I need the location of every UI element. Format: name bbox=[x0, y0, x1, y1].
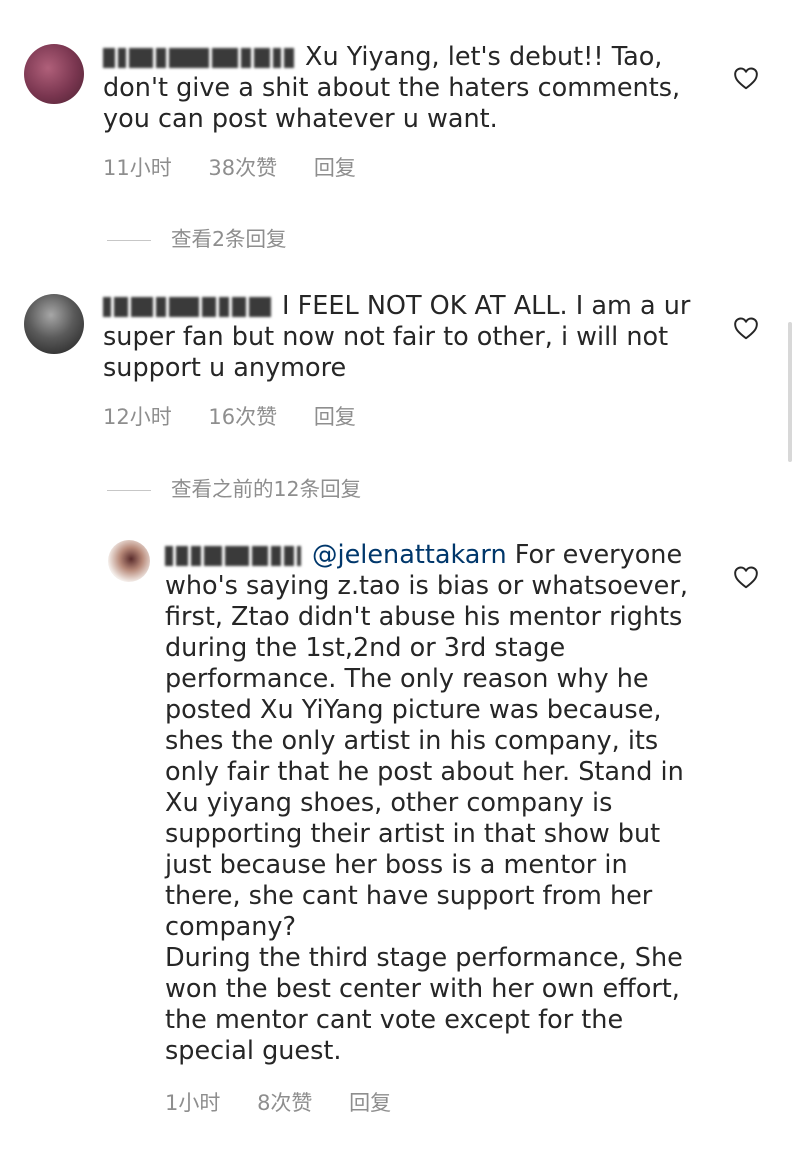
comment-likes[interactable]: 8次赞 bbox=[257, 1087, 312, 1117]
username-blurred[interactable] bbox=[103, 45, 297, 68]
heart-outline-icon[interactable] bbox=[733, 316, 759, 340]
comment-meta: 11小时 38次赞 回复 bbox=[103, 152, 386, 182]
avatar[interactable] bbox=[108, 540, 150, 582]
comment-likes[interactable]: 16次赞 bbox=[208, 401, 277, 431]
username-blurred[interactable] bbox=[103, 294, 274, 317]
divider-line bbox=[107, 239, 151, 241]
reply-button[interactable]: 回复 bbox=[349, 1087, 391, 1117]
username-blurred[interactable] bbox=[165, 543, 304, 566]
mention-link[interactable]: @jelenattakarn bbox=[312, 540, 507, 570]
heart-outline-icon[interactable] bbox=[733, 565, 759, 589]
comment-time: 1小时 bbox=[165, 1091, 221, 1115]
comment-body: @jelenattakarn For everyone who's saying… bbox=[165, 540, 695, 1067]
comment-meta: 12小时 16次赞 回复 bbox=[103, 401, 386, 431]
comment-body: I FEEL NOT OK AT ALL. I am a ur super fa… bbox=[103, 291, 703, 384]
divider-line bbox=[107, 489, 151, 491]
comment-text: For everyone who's saying z.tao is bias … bbox=[165, 540, 688, 1066]
avatar[interactable] bbox=[24, 294, 84, 354]
comment-time: 12小时 bbox=[103, 405, 172, 429]
reply-button[interactable]: 回复 bbox=[314, 152, 356, 182]
comment-likes[interactable]: 38次赞 bbox=[208, 152, 277, 182]
avatar[interactable] bbox=[24, 44, 84, 104]
comment-body: Xu Yiyang, let's debut!! Tao, don't give… bbox=[103, 42, 703, 135]
scrollbar[interactable] bbox=[788, 322, 792, 462]
reply-button[interactable]: 回复 bbox=[314, 401, 356, 431]
comment-meta: 1小时 8次赞 回复 bbox=[165, 1087, 421, 1117]
view-replies-link[interactable]: 查看2条回复 bbox=[107, 222, 287, 252]
view-replies-text[interactable]: 查看2条回复 bbox=[171, 227, 287, 251]
view-replies-link[interactable]: 查看之前的12条回复 bbox=[107, 472, 361, 502]
heart-outline-icon[interactable] bbox=[733, 66, 759, 90]
view-replies-text[interactable]: 查看之前的12条回复 bbox=[171, 477, 361, 501]
comment-time: 11小时 bbox=[103, 156, 172, 180]
